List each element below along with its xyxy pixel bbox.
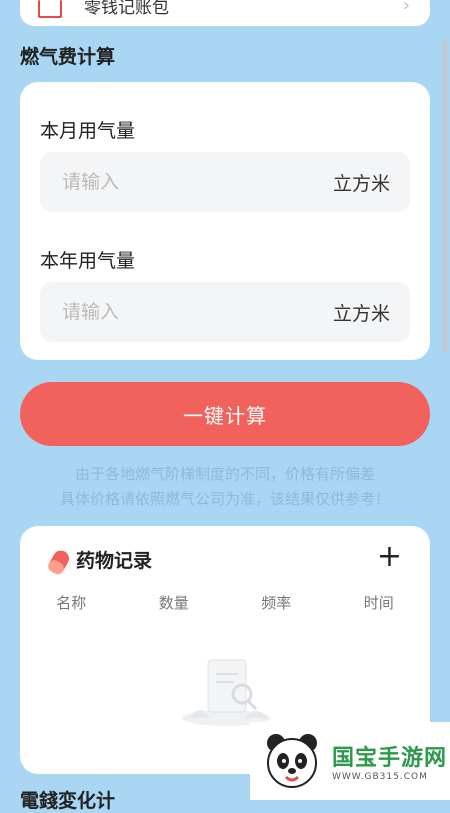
year-usage-input[interactable] — [60, 300, 264, 324]
price-notice: 由于各地燃气阶梯制度的不同，价格有所偏差 具体价格请依照燃气公司为准，该结果仅供… — [20, 462, 430, 512]
notice-line-1: 由于各地燃气阶梯制度的不同，价格有所偏差 — [74, 465, 375, 483]
year-usage-field[interactable]: 立方米 — [40, 282, 410, 342]
chevron-right-icon: › — [402, 0, 410, 16]
medicine-columns: 名称 数量 频率 时间 — [20, 592, 430, 613]
month-usage-input[interactable] — [60, 170, 264, 194]
top-card[interactable]: 零钱记账包 › — [20, 0, 430, 26]
month-usage-label: 本月用气量 — [40, 120, 136, 142]
pill-icon — [48, 550, 69, 575]
empty-state-icon — [182, 659, 270, 726]
year-usage-unit: 立方米 — [332, 302, 390, 325]
medicine-title: 药物记录 — [76, 550, 153, 572]
scrollbar[interactable] — [443, 40, 447, 352]
gas-section-title: 燃气费计算 — [20, 46, 116, 68]
watermark-url: WWW.GB315.COM — [332, 772, 428, 782]
panda-logo-icon — [267, 734, 317, 788]
calculate-button[interactable]: 一键计算 — [20, 382, 430, 446]
notice-line-2: 具体价格请依照燃气公司为准，该结果仅供参考！ — [59, 490, 390, 508]
year-usage-label: 本年用气量 — [40, 250, 136, 272]
wallet-icon — [38, 0, 62, 18]
column-time: 时间 — [363, 594, 394, 612]
month-usage-field[interactable]: 立方米 — [40, 152, 410, 212]
column-name: 名称 — [56, 594, 87, 612]
watermark: 国宝手游网 WWW.GB315.COM — [250, 722, 450, 800]
add-medicine-button[interactable]: + — [377, 542, 402, 572]
top-card-label: 零钱记账包 — [84, 0, 169, 18]
month-usage-unit: 立方米 — [332, 172, 390, 195]
watermark-name: 国宝手游网 — [332, 746, 448, 771]
column-frequency: 频率 — [261, 594, 292, 612]
column-quantity: 数量 — [158, 594, 189, 612]
gas-input-card: 本月用气量 立方米 本年用气量 立方米 — [20, 82, 430, 360]
